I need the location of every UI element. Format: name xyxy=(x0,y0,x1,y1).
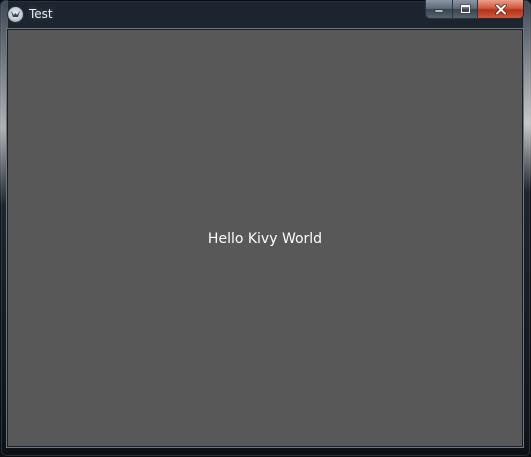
window-frame-right xyxy=(523,0,531,457)
close-icon xyxy=(494,3,507,15)
kivy-app-icon[interactable] xyxy=(8,7,23,22)
maximize-icon xyxy=(459,4,471,14)
application-window: Test Hello Kivy World xyxy=(0,0,531,457)
minimize-button[interactable] xyxy=(425,0,452,19)
kivy-canvas[interactable]: Hello Kivy World xyxy=(7,29,523,447)
window-controls xyxy=(425,0,524,20)
minimize-icon xyxy=(434,9,444,13)
title-bar[interactable]: Test xyxy=(0,0,531,29)
close-button[interactable] xyxy=(478,0,524,19)
maximize-button[interactable] xyxy=(452,0,478,19)
hello-label: Hello Kivy World xyxy=(207,231,323,247)
window-title: Test xyxy=(29,7,53,21)
